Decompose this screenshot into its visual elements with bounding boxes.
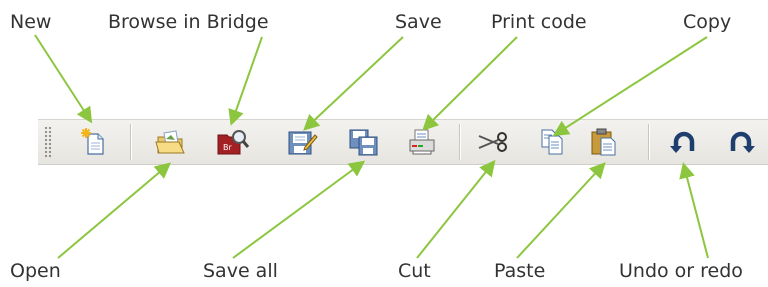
toolbar	[38, 119, 768, 165]
redo-button[interactable]	[724, 125, 758, 159]
browse-in-bridge-button[interactable]: Br	[216, 125, 250, 159]
new-document-icon	[81, 128, 104, 155]
print-code-button[interactable]	[405, 125, 439, 159]
save-all-icon	[349, 129, 378, 156]
leader-cut	[416, 159, 496, 259]
leader-undo-or-redo	[679, 162, 709, 259]
save-all-button[interactable]	[347, 125, 381, 159]
print-icon	[409, 129, 435, 155]
save-button[interactable]	[285, 125, 319, 159]
paste-button[interactable]	[588, 125, 622, 159]
paste-icon	[591, 128, 616, 156]
label-print-code: Print code	[491, 11, 587, 33]
label-save-all: Save all	[203, 260, 278, 282]
label-copy: Copy	[683, 11, 732, 33]
undo-icon	[670, 131, 695, 153]
label-browse-in-bridge: Browse in Bridge	[108, 11, 269, 33]
leader-new	[34, 34, 93, 124]
cut-button[interactable]	[476, 125, 510, 159]
leader-paste	[516, 162, 606, 259]
toolbar-separator	[459, 124, 461, 160]
open-button[interactable]	[154, 125, 188, 159]
browse-bridge-icon: Br	[217, 130, 250, 155]
leader-save-all	[232, 160, 366, 259]
label-paste: Paste	[494, 260, 546, 282]
undo-button[interactable]	[667, 125, 701, 159]
leader-open	[57, 162, 172, 259]
redo-icon	[730, 131, 755, 153]
label-new: New	[10, 11, 52, 33]
open-folder-icon	[155, 130, 185, 154]
label-open: Open	[10, 260, 61, 282]
leader-save	[303, 36, 404, 131]
leader-print-code	[422, 36, 518, 131]
label-undo-or-redo: Undo or redo	[619, 260, 743, 282]
bridge-icon-text: Br	[223, 143, 232, 152]
label-save: Save	[395, 11, 442, 33]
toolbar-separator	[130, 124, 132, 160]
cut-icon	[478, 132, 507, 152]
toolbar-grip-handle[interactable]	[44, 126, 52, 158]
copy-button[interactable]	[536, 125, 570, 159]
leader-browse-in-bridge	[228, 36, 263, 126]
label-cut: Cut	[398, 260, 431, 282]
copy-icon	[541, 129, 563, 155]
toolbar-separator	[648, 124, 650, 160]
new-button[interactable]	[77, 125, 111, 159]
save-icon	[288, 131, 318, 155]
